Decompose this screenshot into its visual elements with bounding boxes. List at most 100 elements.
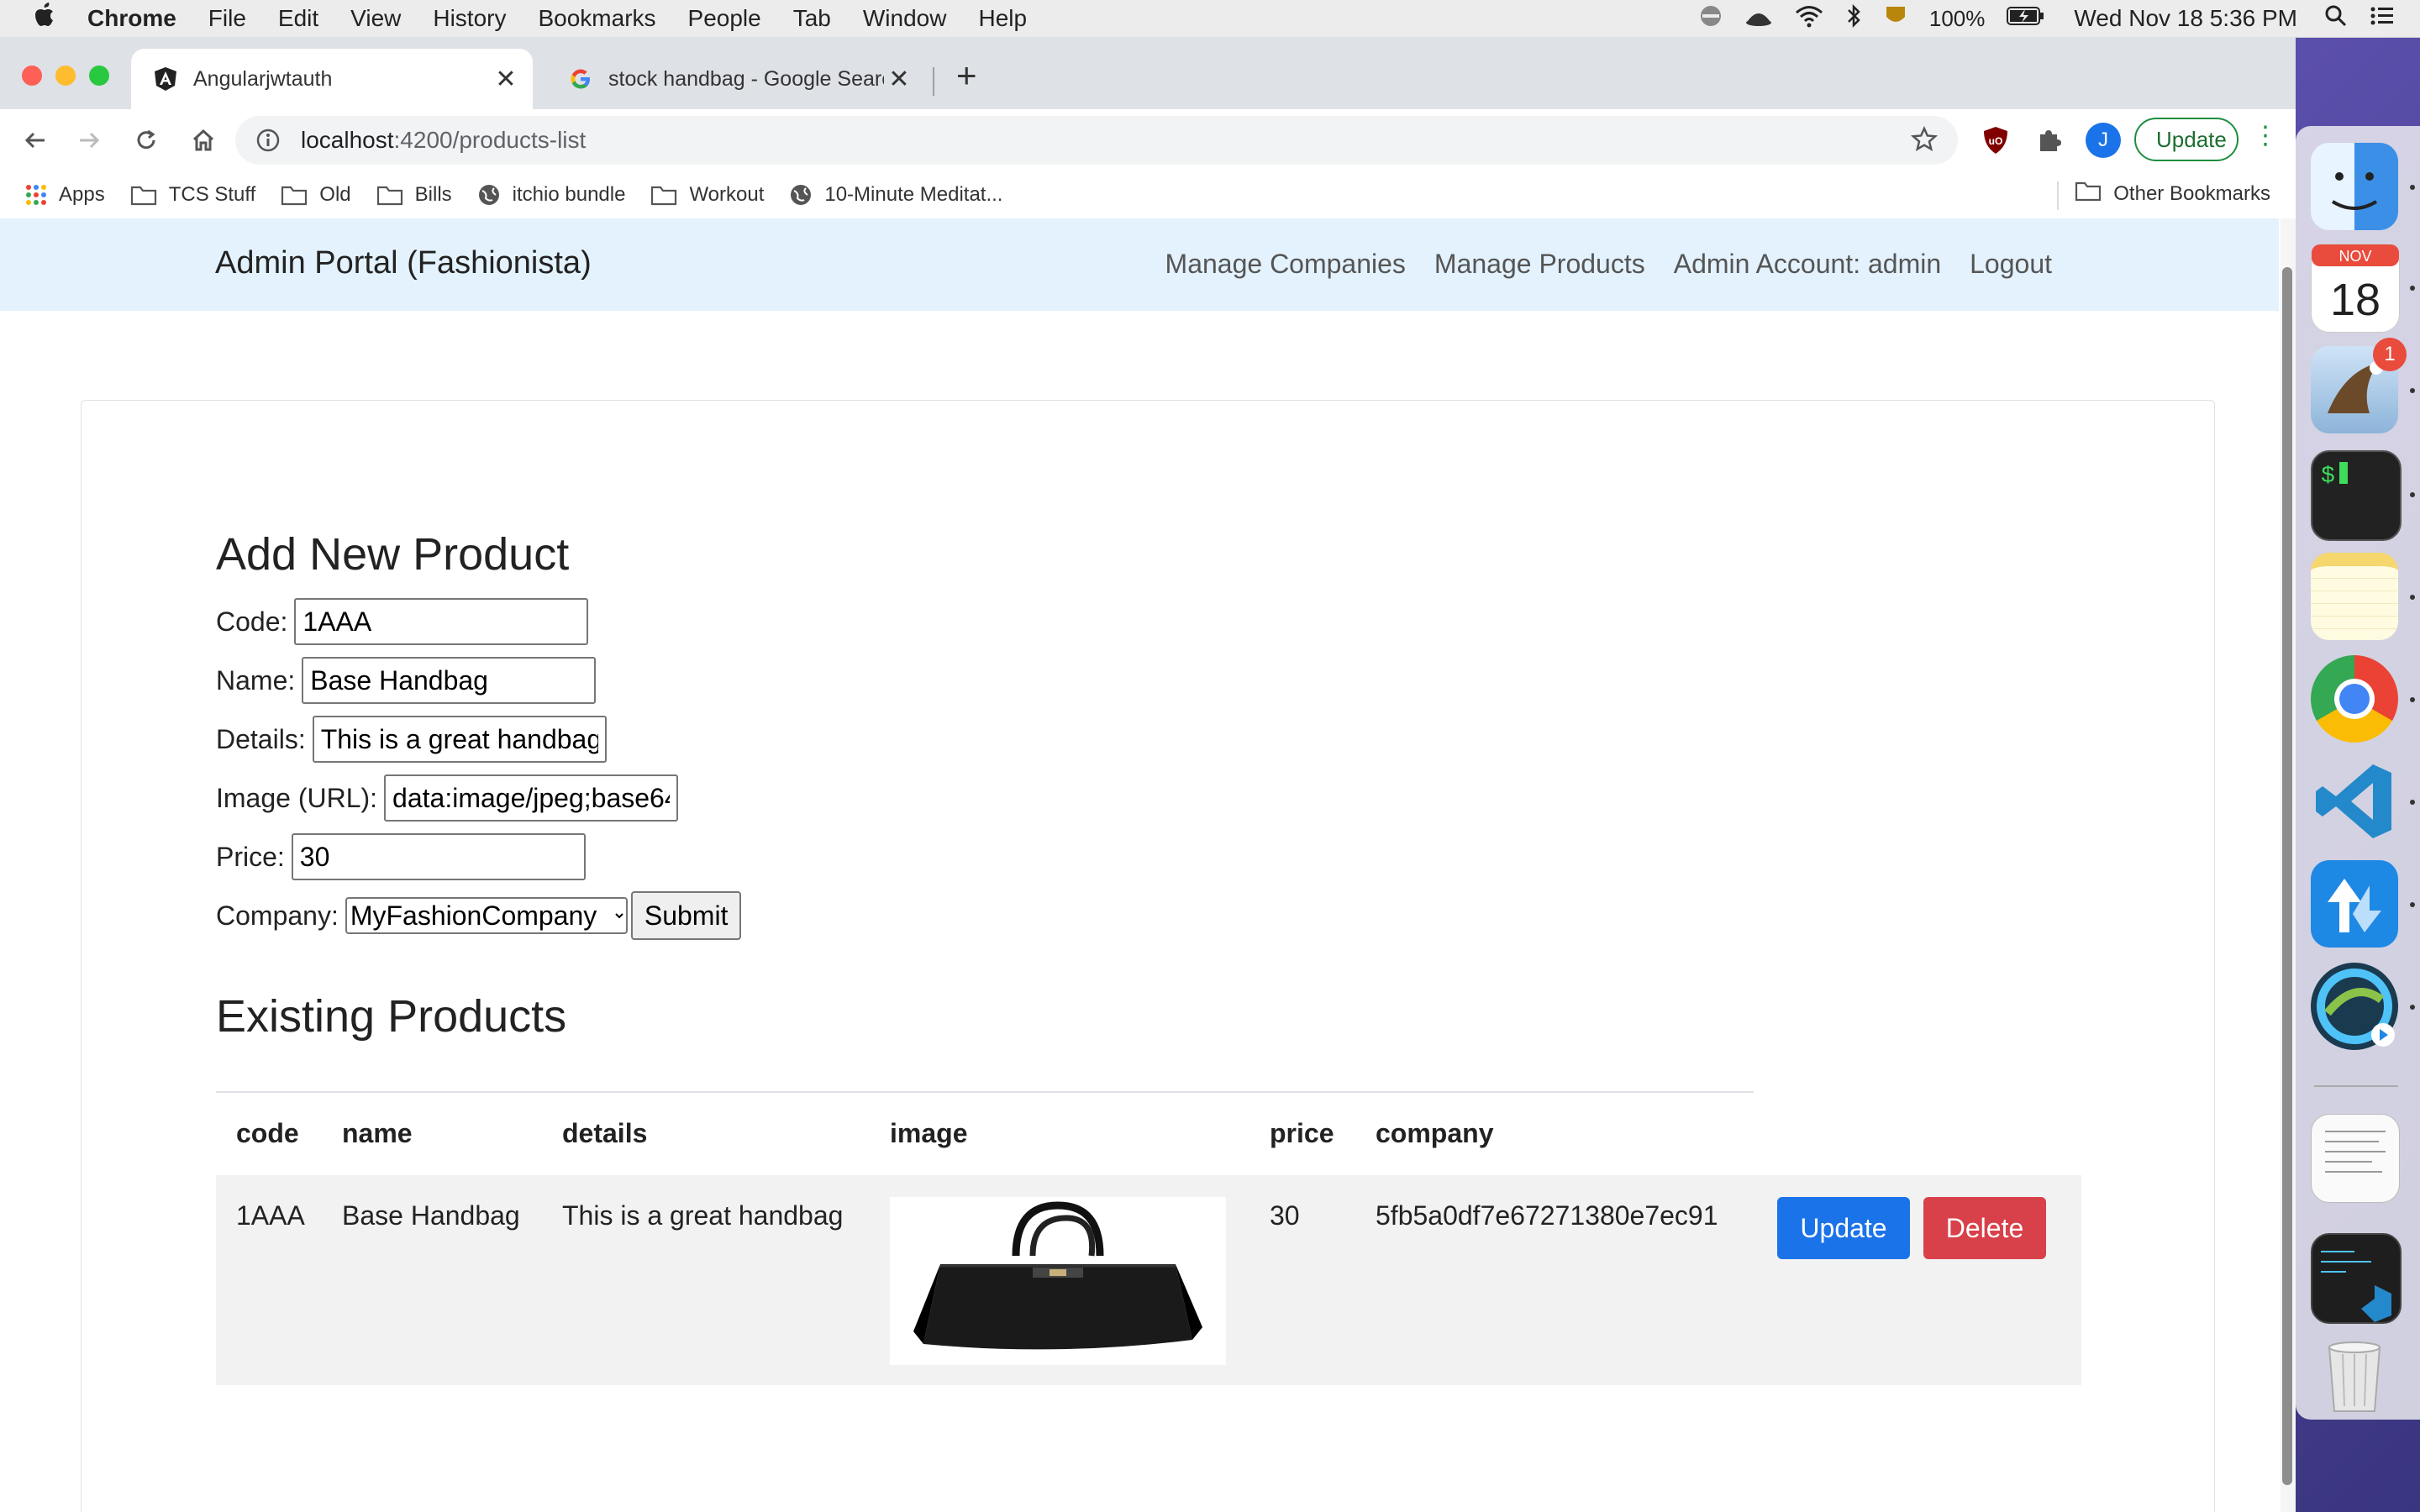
- minimize-window-button[interactable]: [55, 66, 76, 86]
- profile-avatar[interactable]: J: [2086, 123, 2121, 158]
- code-label: Code:: [216, 606, 288, 637]
- reload-icon[interactable]: [123, 117, 170, 164]
- battery-icon[interactable]: [2007, 5, 2045, 33]
- menu-app-chrome[interactable]: Chrome: [87, 5, 176, 32]
- name-input[interactable]: [302, 657, 597, 704]
- delete-product-button[interactable]: Delete: [1923, 1197, 2046, 1259]
- price-row: Price:: [216, 832, 586, 881]
- column-header-code: code: [236, 1118, 299, 1148]
- column-header-company: company: [1376, 1118, 1494, 1148]
- address-bar[interactable]: localhost :4200/products-list: [235, 116, 1958, 165]
- bookmark-label: Workout: [689, 183, 765, 206]
- chrome-update-button[interactable]: Update: [2134, 118, 2238, 161]
- name-label: Name:: [216, 664, 296, 696]
- transmit-upload-icon[interactable]: [2311, 860, 2398, 948]
- nav-logout[interactable]: Logout: [1970, 249, 2052, 280]
- menu-people[interactable]: People: [688, 5, 761, 32]
- webex-icon[interactable]: [2311, 963, 2398, 1050]
- submit-button[interactable]: Submit: [630, 891, 742, 940]
- bookmark-itchio-bundle[interactable]: itchio bundle: [477, 183, 626, 207]
- finder-icon[interactable]: [2311, 143, 2398, 230]
- macos-dock: NOV 18 1 $: [2296, 126, 2420, 1420]
- column-header-name: name: [342, 1118, 413, 1148]
- do-not-disturb-icon[interactable]: [1699, 4, 1723, 34]
- extensions-puzzle-icon[interactable]: [2028, 119, 2070, 161]
- menu-file[interactable]: File: [208, 5, 246, 32]
- new-tab-icon[interactable]: +: [956, 55, 977, 96]
- bookmark-folder-workout[interactable]: Workout: [650, 183, 764, 207]
- bookmark-folder-tcs-stuff[interactable]: TCS Stuff: [130, 183, 255, 207]
- vscode-icon[interactable]: [2311, 758, 2398, 845]
- terminal-icon[interactable]: $: [2311, 450, 2402, 541]
- menu-edit[interactable]: Edit: [278, 5, 318, 32]
- notes-icon[interactable]: [2311, 553, 2398, 640]
- bookmark-star-icon[interactable]: [1910, 125, 1939, 159]
- tab-strip: Angularjwtauth ✕ stock handbag - Google …: [0, 37, 2296, 109]
- forward-icon[interactable]: [66, 117, 113, 164]
- norton-icon[interactable]: [1884, 4, 1907, 34]
- docx-file-icon[interactable]: [2311, 1114, 2400, 1203]
- navbar-links: Manage Companies Manage Products Admin A…: [1137, 249, 2052, 280]
- wifi-icon[interactable]: [1795, 4, 1823, 34]
- trash-icon[interactable]: [2311, 1327, 2398, 1415]
- menu-tab[interactable]: Tab: [793, 5, 831, 32]
- control-center-icon[interactable]: [2370, 5, 2395, 33]
- bookmark-folder-old[interactable]: Old: [281, 183, 351, 207]
- menu-history[interactable]: History: [433, 5, 506, 32]
- nav-manage-companies[interactable]: Manage Companies: [1165, 249, 1406, 280]
- ublock-origin-icon[interactable]: uO: [1975, 119, 2017, 161]
- maximize-window-button[interactable]: [89, 66, 109, 86]
- bluetooth-icon[interactable]: [1845, 3, 1862, 34]
- scrollbar-thumb[interactable]: [2282, 267, 2292, 1485]
- column-header-image: image: [890, 1118, 968, 1148]
- home-icon[interactable]: [180, 117, 227, 164]
- bookmark-other-bookmarks[interactable]: Other Bookmarks: [2075, 180, 2270, 207]
- bookmark-folder-bills[interactable]: Bills: [376, 183, 452, 207]
- details-label: Details:: [216, 723, 306, 754]
- tab-google-search[interactable]: stock handbag - Google Search ✕: [546, 49, 926, 109]
- back-icon[interactable]: [12, 117, 59, 164]
- nav-manage-products[interactable]: Manage Products: [1434, 249, 1645, 280]
- menu-help[interactable]: Help: [978, 5, 1027, 32]
- url-path: :4200/products-list: [393, 127, 587, 153]
- spotlight-search-icon[interactable]: [2324, 4, 2348, 34]
- update-product-button[interactable]: Update: [1777, 1197, 1910, 1259]
- navbar-brand[interactable]: Admin Portal (Fashionista): [215, 245, 592, 281]
- tab-angularjwtauth[interactable]: Angularjwtauth ✕: [131, 49, 533, 109]
- macos-menu-bar: Chrome File Edit View History Bookmarks …: [0, 0, 2420, 38]
- cell-price: 30: [1270, 1200, 1300, 1231]
- bookmark-apps[interactable]: Apps: [25, 183, 105, 207]
- company-row: Company: MyFashionCompany Submit: [216, 891, 742, 940]
- close-tab-icon[interactable]: ✕: [884, 65, 914, 94]
- handbag-image: [913, 1201, 1202, 1350]
- close-tab-icon[interactable]: ✕: [491, 65, 521, 94]
- close-window-button[interactable]: [22, 66, 42, 86]
- column-header-details: details: [562, 1118, 648, 1148]
- menu-bookmarks[interactable]: Bookmarks: [538, 5, 655, 32]
- details-row: Details:: [216, 715, 607, 764]
- vscode-window-thumbnail[interactable]: [2311, 1233, 2402, 1324]
- chrome-icon[interactable]: [2311, 655, 2398, 743]
- bookmark-label: itchio bundle: [512, 183, 626, 206]
- incognito-icon[interactable]: [1744, 4, 1773, 34]
- menu-view[interactable]: View: [350, 5, 401, 32]
- image-url-input[interactable]: [384, 774, 679, 822]
- details-input[interactable]: [312, 716, 607, 763]
- apple-menu-icon[interactable]: [34, 2, 57, 35]
- menu-window[interactable]: Window: [863, 5, 947, 32]
- existing-products-heading: Existing Products: [216, 991, 567, 1042]
- running-indicator: [2410, 595, 2415, 600]
- running-indicator: [2410, 902, 2415, 907]
- calendar-icon[interactable]: NOV 18: [2311, 244, 2400, 333]
- code-input[interactable]: [294, 598, 589, 645]
- chrome-menu-icon[interactable]: ⋮: [2249, 121, 2282, 161]
- running-indicator: [2410, 185, 2415, 190]
- bookmark-meditation[interactable]: 10-Minute Meditat...: [789, 183, 1002, 207]
- cell-name: Base Handbag: [342, 1200, 520, 1231]
- nav-admin-account[interactable]: Admin Account: admin: [1674, 249, 1941, 280]
- site-info-icon[interactable]: [255, 128, 281, 153]
- price-input[interactable]: [291, 833, 586, 880]
- bookmark-label: 10-Minute Meditat...: [824, 183, 1003, 206]
- menubar-clock[interactable]: Wed Nov 18 5:36 PM: [2074, 5, 2297, 32]
- company-select[interactable]: MyFashionCompany: [345, 897, 628, 934]
